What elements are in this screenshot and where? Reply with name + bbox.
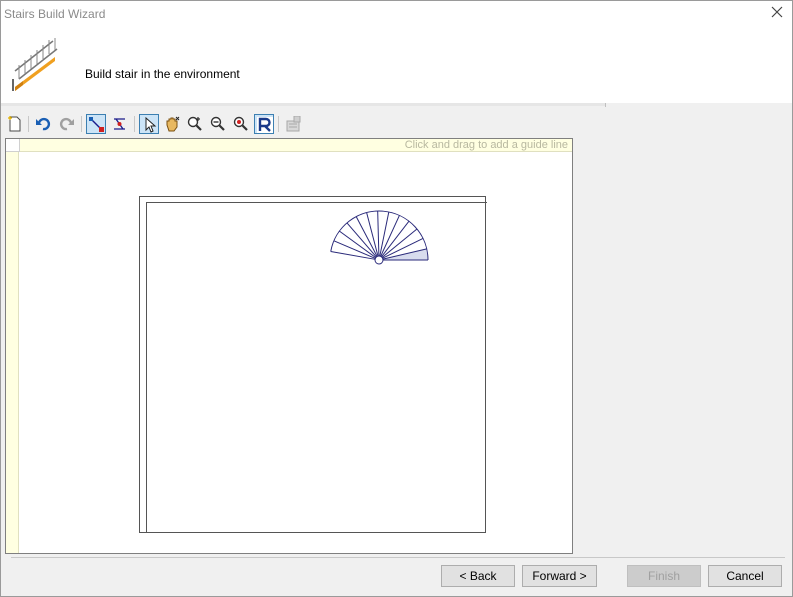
header-divider-tick — [605, 103, 606, 107]
new-button[interactable] — [5, 114, 25, 134]
draw-path-button[interactable] — [110, 114, 130, 134]
horizontal-guide-ruler[interactable]: Click and drag to add a guide line — [20, 139, 572, 152]
guide-hint-text: Click and drag to add a guide line — [404, 139, 568, 151]
redo-icon — [59, 117, 74, 131]
new-icon — [8, 116, 21, 132]
draw-line-button[interactable] — [86, 114, 106, 134]
reset-view-icon — [257, 117, 273, 133]
back-button[interactable]: < Back — [441, 565, 515, 587]
zoom-extents-button[interactable] — [231, 114, 251, 134]
wizard-subtitle: Build stair in the environment — [85, 67, 240, 81]
vertical-guide-ruler[interactable] — [6, 139, 19, 553]
pan-hand-button[interactable] — [162, 114, 182, 134]
redo-button[interactable] — [57, 114, 77, 134]
spiral-stair[interactable] — [322, 207, 432, 273]
undo-button[interactable] — [33, 114, 53, 134]
zoom-in-button[interactable] — [185, 114, 205, 134]
toolbar-separator — [28, 116, 29, 132]
header-divider — [1, 103, 606, 106]
toolbar — [1, 112, 792, 138]
stair-tread-line — [366, 212, 379, 257]
wizard-window: Stairs Build Wizard Build stair in the e… — [0, 0, 793, 597]
toolbar-separator — [81, 116, 82, 132]
zoom-out-button[interactable] — [208, 114, 228, 134]
properties-icon — [286, 116, 301, 132]
undo-icon — [36, 117, 51, 131]
stairs-logo-icon — [12, 38, 58, 91]
drawing-canvas[interactable]: Click and drag to add a guide line — [5, 138, 573, 554]
select-pointer-button[interactable] — [139, 114, 159, 134]
stair-tread-line — [377, 211, 380, 257]
forward-button[interactable]: Forward > — [522, 565, 597, 587]
finish-button[interactable]: Finish — [627, 565, 701, 587]
zoom-extents-icon — [233, 116, 248, 131]
wizard-header: Stairs Build Wizard Build stair in the e… — [1, 1, 792, 103]
cancel-button[interactable]: Cancel — [708, 565, 782, 587]
room-inner-wall[interactable] — [146, 202, 487, 533]
select-pointer-icon — [145, 117, 157, 133]
zoom-in-icon — [187, 116, 202, 131]
draw-path-icon — [114, 118, 125, 130]
stair-center-post — [374, 255, 384, 265]
reset-view-button[interactable] — [254, 114, 274, 134]
pan-hand-icon — [166, 116, 180, 132]
properties-button[interactable] — [283, 114, 303, 134]
toolbar-separator — [134, 116, 135, 132]
draw-line-icon — [89, 117, 104, 132]
ruler-corner — [6, 139, 20, 152]
window-title: Stairs Build Wizard — [4, 7, 106, 21]
zoom-out-icon — [210, 116, 225, 131]
close-icon[interactable] — [770, 5, 784, 19]
footer-divider — [11, 557, 785, 558]
toolbar-separator — [278, 116, 279, 132]
